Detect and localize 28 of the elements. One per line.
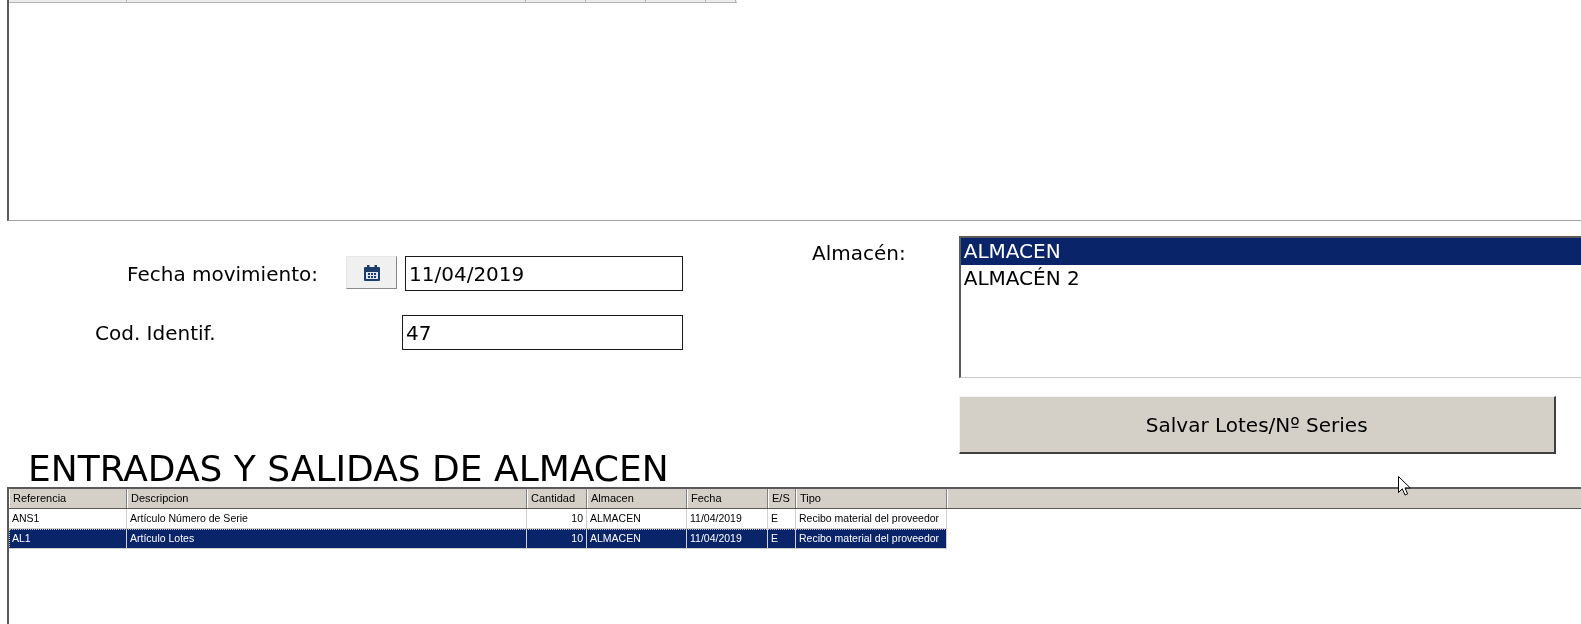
column-header[interactable]: Descripcion <box>127 489 527 508</box>
input-field[interactable]: 47 <box>402 315 683 350</box>
table-cell: ALMACEN <box>587 529 687 549</box>
table-row[interactable]: AL1 Artículo Lotes 10 ALMACEN 11/04/2019 E Recibo material del proveedor <box>9 529 947 549</box>
list-item[interactable]: ALMACEN <box>960 238 1581 265</box>
column-header[interactable]: E/S <box>768 489 796 508</box>
field-label: Cod. Identif. <box>95 320 216 345</box>
section-title: ENTRADAS Y SALIDAS DE ALMACEN <box>28 451 669 487</box>
list-item[interactable]: ALMACÉN 2 <box>960 265 1581 292</box>
column-header[interactable]: Almacen <box>587 489 687 508</box>
table-cell: 11/04/2019 <box>687 529 768 549</box>
calendar-button[interactable] <box>346 256 397 289</box>
table-cell: Recibo material del proveedor <box>796 529 947 549</box>
column-header[interactable]: Tipo <box>796 489 947 508</box>
table-cell: AL1 <box>9 529 127 549</box>
table-cell: 10 <box>527 529 587 549</box>
table-cell: Artículo Lotes <box>127 529 527 549</box>
warehouse-listbox[interactable]: ALMACEN ALMACÉN 2 <box>958 236 1581 378</box>
table-cell: E <box>768 529 796 549</box>
field-label: Almacén: <box>812 240 906 267</box>
column-header[interactable]: Fecha <box>687 489 768 508</box>
table-row[interactable]: ANS1 Artículo Número de Serie 10 ALMACEN 11/04/2019 E Recibo material del proveedor <box>9 509 947 529</box>
calendar-icon <box>362 263 381 282</box>
field-label: Fecha movimiento: <box>127 261 318 286</box>
column-header[interactable]: Referencia <box>9 489 127 508</box>
save-button[interactable]: Salvar Lotes/Nº Series <box>958 396 1556 454</box>
column-header[interactable]: Cantidad <box>527 489 587 508</box>
date-field[interactable]: 11/04/2019 <box>405 256 683 291</box>
